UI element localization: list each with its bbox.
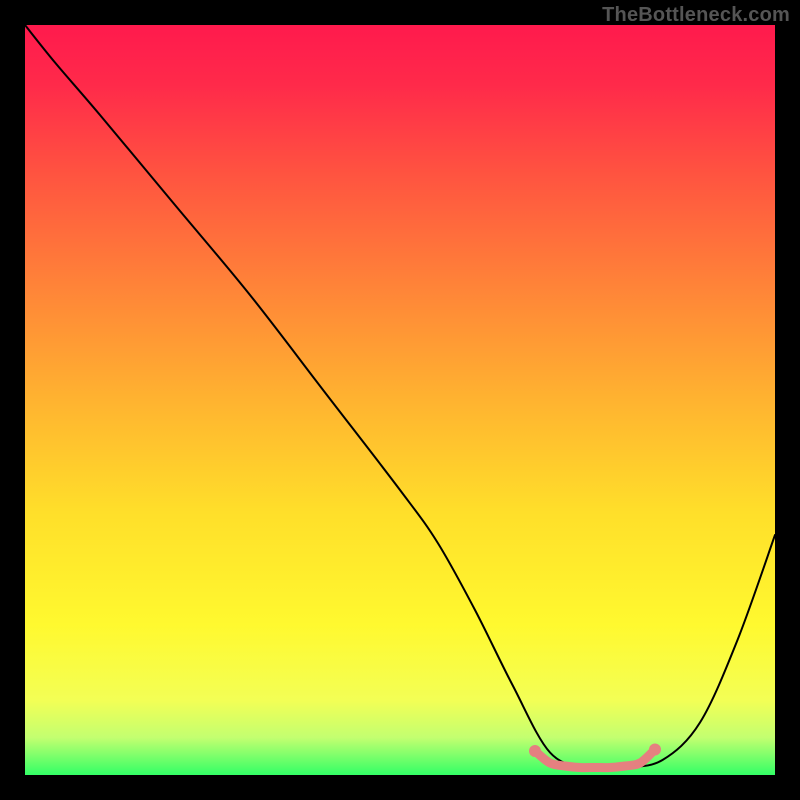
highlight-start-marker bbox=[529, 745, 541, 757]
chart-svg bbox=[25, 25, 775, 775]
highlight-end-marker bbox=[649, 744, 661, 756]
gradient-background bbox=[25, 25, 775, 775]
watermark-text: TheBottleneck.com bbox=[602, 4, 790, 27]
plot-area bbox=[25, 25, 775, 775]
chart-frame: TheBottleneck.com bbox=[0, 0, 800, 800]
